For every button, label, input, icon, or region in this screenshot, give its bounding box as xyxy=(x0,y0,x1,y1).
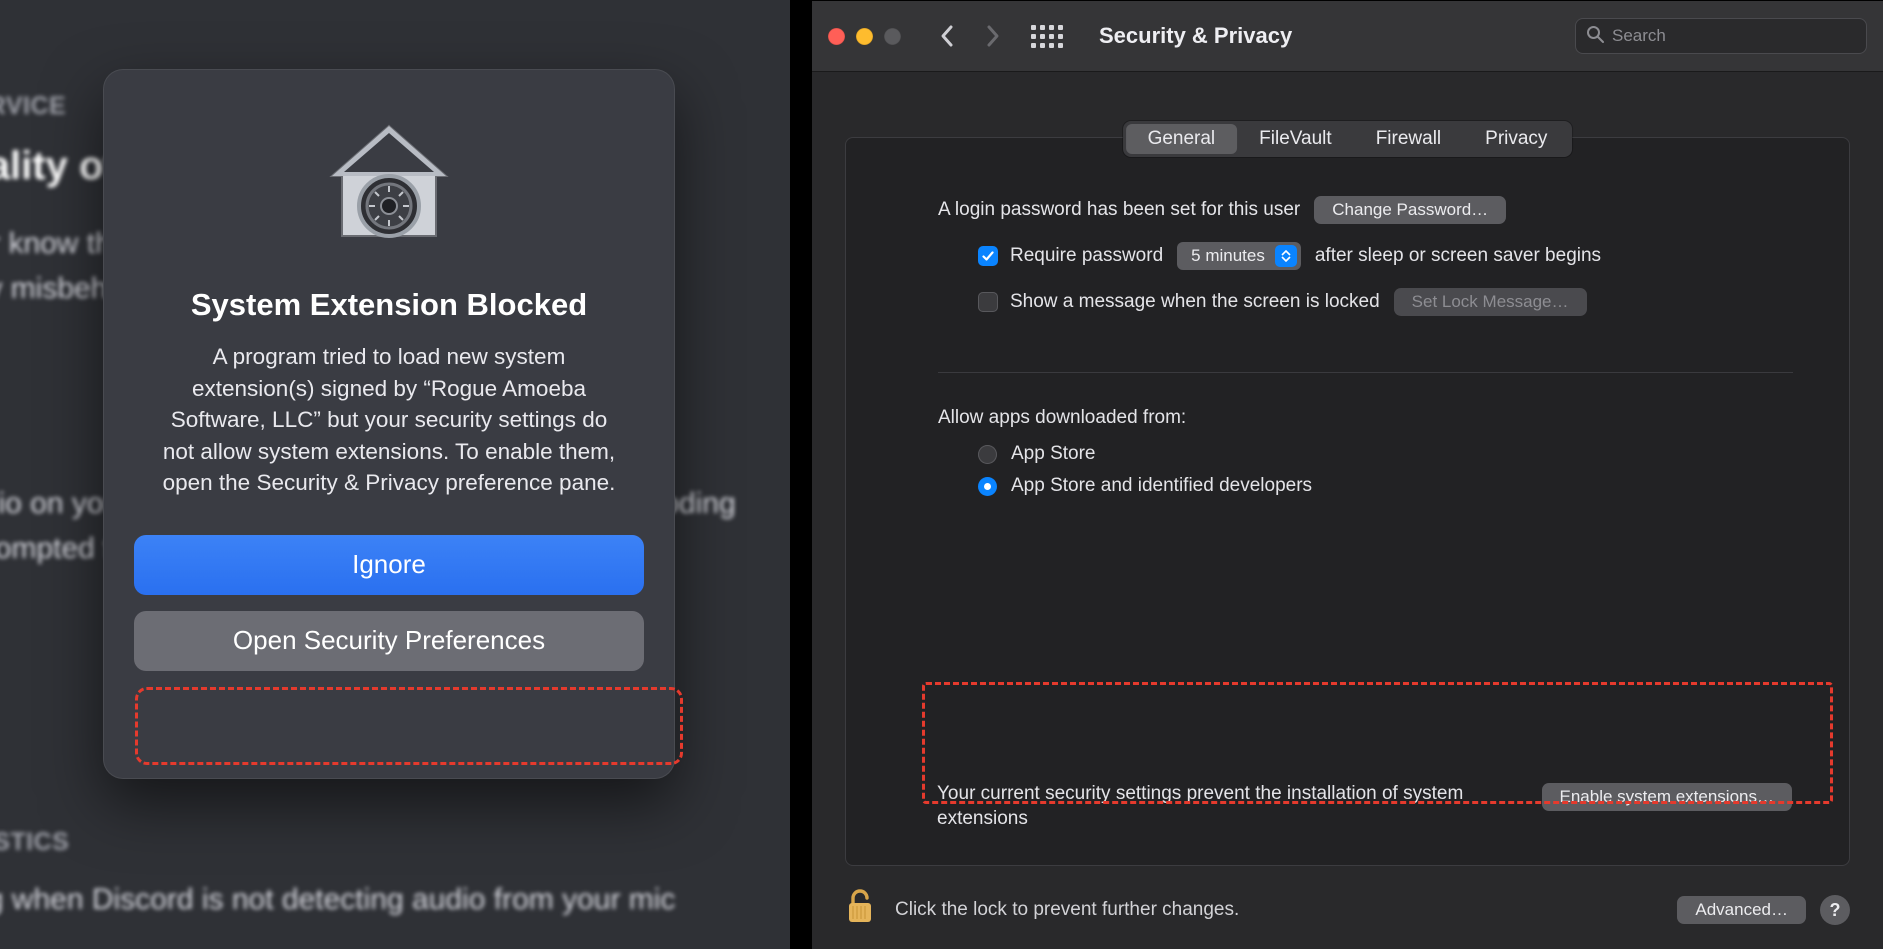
help-button[interactable]: ? xyxy=(1820,895,1850,925)
footer: Click the lock to prevent further change… xyxy=(845,888,1850,932)
change-password-button[interactable]: Change Password… xyxy=(1314,196,1506,224)
bg-text-discord: Show a warning when Discord is not detec… xyxy=(0,880,675,921)
tab-general[interactable]: General xyxy=(1126,124,1238,154)
show-all-preferences-button[interactable] xyxy=(1031,25,1063,48)
system-extension-warning-text: Your current security settings prevent t… xyxy=(937,781,1497,832)
back-button[interactable] xyxy=(939,24,955,48)
advanced-button[interactable]: Advanced… xyxy=(1677,896,1806,924)
tab-privacy[interactable]: Privacy xyxy=(1463,124,1569,154)
bg-heading-service: QUALITY OF SERVICE xyxy=(0,92,66,121)
security-privacy-window: Security & Privacy Search General FileVa… xyxy=(812,0,1883,949)
window-title: Security & Privacy xyxy=(1099,23,1292,49)
lock-icon[interactable] xyxy=(845,888,875,932)
allow-apps-label: Allow apps downloaded from: xyxy=(938,407,1186,429)
tab-filevault[interactable]: FileVault xyxy=(1237,124,1354,154)
radio-identified-developers[interactable] xyxy=(978,477,997,496)
tab-bar: General FileVault Firewall Privacy xyxy=(1123,121,1573,157)
alert-body: A program tried to load new system exten… xyxy=(159,341,619,499)
require-password-label: Require password xyxy=(1010,245,1163,267)
lock-hint-text: Click the lock to prevent further change… xyxy=(895,899,1239,921)
tab-firewall[interactable]: Firewall xyxy=(1354,124,1463,154)
open-security-preferences-button[interactable]: Open Security Preferences xyxy=(134,611,644,671)
login-password-set-label: A login password has been set for this u… xyxy=(938,199,1300,221)
forward-button[interactable] xyxy=(985,24,1001,48)
require-password-delay-select[interactable]: 5 minutes xyxy=(1177,242,1301,270)
search-placeholder: Search xyxy=(1612,26,1666,46)
discord-settings-background: QUALITY OF SERVICE Enable Quality of Ser… xyxy=(0,0,790,949)
window-toolbar: Security & Privacy Search xyxy=(812,1,1883,72)
system-extension-blocked-alert: System Extension Blocked A program tried… xyxy=(103,69,675,779)
general-card: A login password has been set for this u… xyxy=(845,137,1850,866)
search-field[interactable]: Search xyxy=(1575,18,1867,54)
radio-app-store[interactable] xyxy=(978,445,997,464)
bg-heading-diagnostics: DEBUG DIAGNOSTICS xyxy=(0,828,69,857)
minimize-window-button[interactable] xyxy=(856,28,873,45)
close-window-button[interactable] xyxy=(828,28,845,45)
security-house-icon xyxy=(319,115,459,255)
show-lock-message-label: Show a message when the screen is locked xyxy=(1010,291,1380,313)
require-password-checkbox[interactable] xyxy=(978,246,998,266)
ignore-button[interactable]: Ignore xyxy=(134,535,644,595)
window-traffic-lights xyxy=(828,28,901,45)
enable-system-extensions-button[interactable]: Enable system extensions… xyxy=(1542,783,1793,811)
set-lock-message-button[interactable]: Set Lock Message… xyxy=(1394,288,1587,316)
show-lock-message-checkbox[interactable] xyxy=(978,292,998,312)
divider xyxy=(938,372,1793,373)
alert-title: System Extension Blocked xyxy=(191,287,587,323)
require-password-delay-value: 5 minutes xyxy=(1191,246,1265,266)
search-icon xyxy=(1586,25,1612,48)
radio-identified-developers-label: App Store and identified developers xyxy=(1011,475,1312,497)
require-password-after-label: after sleep or screen saver begins xyxy=(1315,245,1601,267)
zoom-window-button[interactable] xyxy=(884,28,901,45)
select-stepper-icon xyxy=(1275,245,1297,267)
radio-app-store-label: App Store xyxy=(1011,443,1096,465)
system-extension-warning-row: Your current security settings prevent t… xyxy=(845,769,1850,848)
